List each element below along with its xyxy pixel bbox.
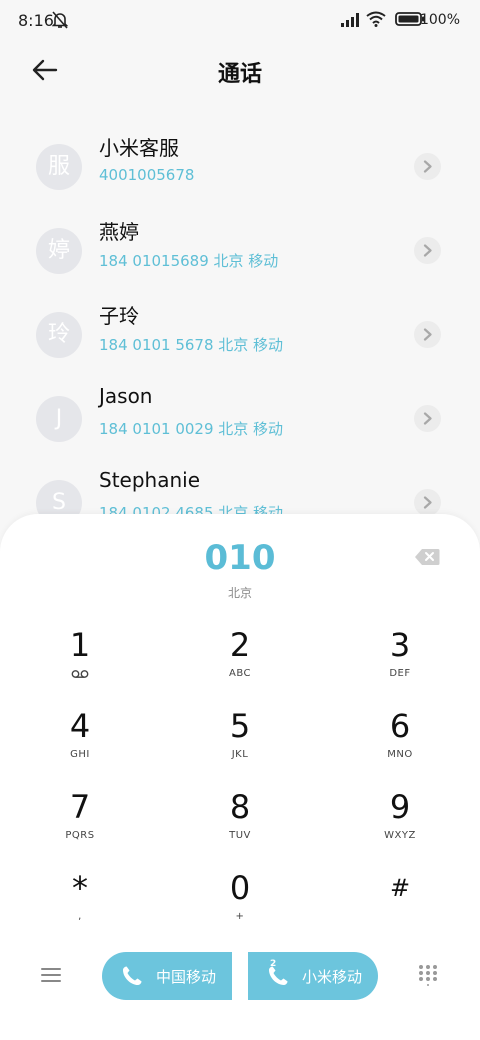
key-digit: 2: [229, 626, 251, 664]
chevron-right-icon: [423, 244, 432, 257]
avatar: 服: [36, 144, 82, 190]
dial-key-hash[interactable]: #: [345, 869, 455, 939]
call-sim1-button[interactable]: 中国移动: [102, 952, 232, 1000]
key-digit: 7: [69, 788, 91, 826]
contact-row[interactable]: 玲 子玲 184 0101 5678 北京 移动: [0, 300, 480, 384]
key-digit: 1: [69, 626, 91, 664]
dial-key-5[interactable]: 5 JKL: [185, 707, 295, 777]
contact-number: 184 0101 5678 北京 移动: [99, 336, 284, 354]
key-digit: 6: [389, 707, 411, 745]
chevron-right-icon: [423, 412, 432, 425]
contact-name: 子玲: [99, 304, 139, 328]
contact-name: Jason: [99, 384, 153, 408]
dial-key-6[interactable]: 6 MNO: [345, 707, 455, 777]
dial-key-2[interactable]: 2 ABC: [185, 626, 295, 696]
chevron-right-icon: [423, 496, 432, 509]
number-region: 北京: [227, 586, 252, 600]
contact-number: 184 01015689 北京 移动: [99, 252, 279, 270]
contact-details-button[interactable]: [414, 405, 441, 432]
call-sim2-button[interactable]: 2 小米移动: [248, 952, 378, 1000]
dial-key-9[interactable]: 9 WXYZ: [345, 788, 455, 858]
key-digit: #: [389, 874, 411, 902]
backspace-icon[interactable]: [414, 548, 440, 566]
key-letters: WXYZ: [384, 830, 416, 841]
key-digit: 3: [389, 626, 411, 664]
chevron-right-icon: [423, 160, 432, 173]
dialed-number[interactable]: 010: [0, 538, 480, 578]
contact-row[interactable]: 婷 燕婷 184 01015689 北京 移动: [0, 216, 480, 300]
status-bar: 8:16 100%: [0, 0, 480, 40]
key-letters: TUV: [229, 830, 251, 841]
dial-key-star[interactable]: * ,: [25, 869, 135, 939]
contact-name: 小米客服: [99, 136, 179, 160]
battery-percent: 100%: [419, 12, 460, 28]
dial-key-1[interactable]: 1: [25, 626, 135, 696]
page-title: 通话: [217, 62, 262, 87]
contact-number: 184 0101 0029 北京 移动: [99, 420, 284, 438]
dial-key-8[interactable]: 8 TUV: [185, 788, 295, 858]
dial-key-0[interactable]: 0 +: [185, 869, 295, 939]
key-letters: PQRS: [65, 830, 95, 841]
key-digit: 5: [229, 707, 251, 745]
avatar: 婷: [36, 228, 82, 274]
key-digit: 8: [229, 788, 251, 826]
contact-row[interactable]: J Jason 184 0101 0029 北京 移动: [0, 384, 480, 468]
dial-key-3[interactable]: 3 DEF: [345, 626, 455, 696]
key-digit: *: [72, 869, 88, 907]
key-letters: GHI: [70, 749, 90, 760]
chevron-right-icon: [423, 328, 432, 341]
key-letters: JKL: [231, 749, 249, 760]
bell-muted-icon: [52, 11, 68, 29]
keypad-grid-icon[interactable]: [418, 964, 438, 986]
call-sim2-label: 小米移动: [302, 968, 363, 986]
dial-key-4[interactable]: 4 GHI: [25, 707, 135, 777]
key-letters: DEF: [389, 668, 411, 679]
signal-icon: [341, 13, 359, 27]
key-letters: ,: [78, 911, 82, 922]
phone-icon: [123, 966, 142, 985]
contact-name: Stephanie: [99, 468, 201, 492]
key-letters: ABC: [228, 668, 251, 679]
contact-details-button[interactable]: [414, 489, 441, 516]
contact-name: 燕婷: [99, 220, 139, 244]
contact-details-button[interactable]: [414, 237, 441, 264]
key-letters: MNO: [387, 749, 413, 760]
contact-row[interactable]: 服 小米客服 4001005678: [0, 132, 480, 216]
sim2-badge: 2: [270, 959, 277, 969]
wifi-icon: [366, 11, 386, 27]
contact-number: 4001005678: [99, 166, 195, 184]
call-sim1-label: 中国移动: [156, 968, 217, 986]
voicemail-icon: [71, 670, 89, 678]
key-digit: 0: [229, 869, 251, 907]
dialpad-panel: 010 北京 1 2 ABC 3 DEF 4 GHI 5 JKL 6 MNO 7…: [0, 514, 480, 1040]
key-digit: 4: [69, 707, 91, 745]
avatar: J: [36, 396, 82, 442]
contact-details-button[interactable]: [414, 321, 441, 348]
contact-details-button[interactable]: [414, 153, 441, 180]
status-time: 8:16: [18, 11, 54, 30]
key-letters: +: [235, 911, 245, 922]
dial-key-7[interactable]: 7 PQRS: [25, 788, 135, 858]
menu-icon[interactable]: [40, 966, 62, 984]
key-digit: 9: [389, 788, 411, 826]
avatar: 玲: [36, 312, 82, 358]
